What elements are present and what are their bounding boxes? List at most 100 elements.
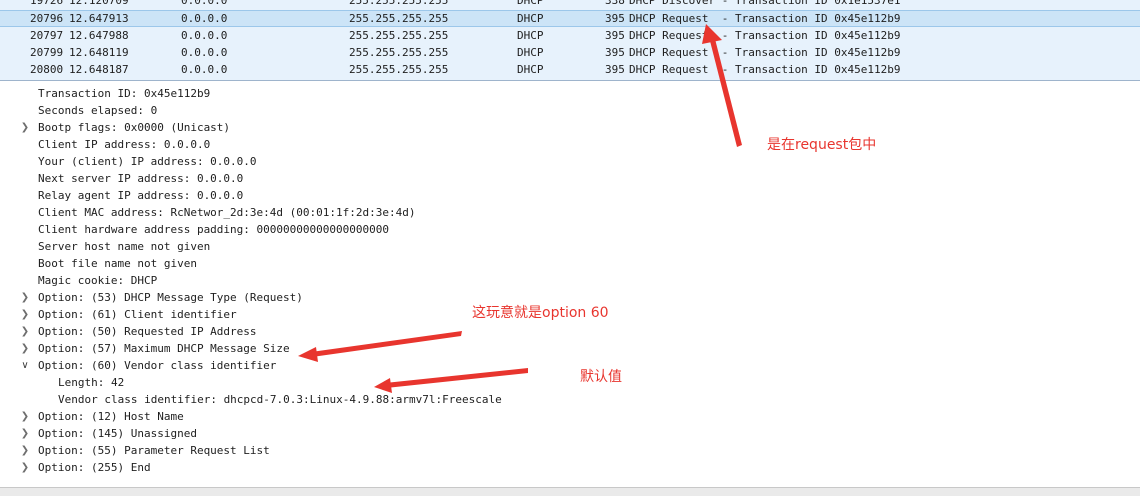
packet-info: DHCP Request - Transaction ID 0x45e112b9 bbox=[629, 46, 901, 59]
packet-protocol: DHCP bbox=[517, 29, 544, 42]
tree-item-label: Magic cookie: DHCP bbox=[38, 274, 158, 287]
packet-length: 395 bbox=[605, 46, 625, 59]
packet-source: 0.0.0.0 bbox=[181, 29, 228, 42]
packet-protocol: DHCP bbox=[517, 0, 544, 7]
tree-item-label: Vendor class identifier: dhcpcd-7.0.3:Li… bbox=[58, 393, 502, 406]
chevron-right-icon[interactable]: ❯ bbox=[20, 340, 30, 357]
tree-item-option-55[interactable]: ❯ Option: (55) Parameter Request List bbox=[21, 442, 270, 459]
packet-source: 0.0.0.0 bbox=[181, 46, 228, 59]
tree-item-label: Boot file name not given bbox=[38, 257, 197, 270]
tree-item-server-host-name[interactable]: Server host name not given bbox=[38, 238, 210, 255]
tree-item-label: Server host name not given bbox=[38, 240, 211, 253]
packet-row[interactable]: 20797 12.647988 0.0.0.0 255.255.255.255 … bbox=[0, 27, 1140, 44]
packet-number: 20797 bbox=[30, 29, 64, 42]
tree-item-option-12[interactable]: ❯ Option: (12) Host Name bbox=[21, 408, 184, 425]
chevron-right-icon[interactable]: ❯ bbox=[20, 306, 30, 323]
packet-source: 0.0.0.0 bbox=[181, 63, 228, 76]
tree-item-next-server-ip[interactable]: Next server IP address: 0.0.0.0 bbox=[38, 170, 243, 187]
chevron-down-icon[interactable]: ∨ bbox=[20, 357, 30, 374]
packet-number: 20800 bbox=[30, 63, 64, 76]
tree-item-label: Client MAC address: RcNetwor_2d:3e:4d (0… bbox=[38, 206, 416, 219]
tree-item-label: Seconds elapsed: 0 bbox=[38, 104, 158, 117]
packet-destination: 255.255.255.255 bbox=[349, 0, 449, 7]
packet-protocol: DHCP bbox=[517, 46, 544, 59]
packet-length: 338 bbox=[605, 0, 625, 7]
packet-details-tree[interactable]: Transaction ID: 0x45e112b9 Seconds elaps… bbox=[0, 81, 1140, 487]
tree-item-option-255[interactable]: ❯ Option: (255) End bbox=[21, 459, 151, 476]
tree-item-label: Option: (60) Vendor class identifier bbox=[38, 359, 277, 372]
tree-item-label: Next server IP address: 0.0.0.0 bbox=[38, 172, 244, 185]
tree-item-magic-cookie[interactable]: Magic cookie: DHCP bbox=[38, 272, 157, 289]
packet-list[interactable]: 19726 12.120709 0.0.0.0 255.255.255.255 … bbox=[0, 0, 1140, 81]
packet-destination: 255.255.255.255 bbox=[349, 63, 449, 76]
chevron-right-icon[interactable]: ❯ bbox=[20, 119, 30, 136]
packet-info: DHCP Request - Transaction ID 0x45e112b9 bbox=[629, 63, 901, 76]
packet-info: DHCP Request - Transaction ID 0x45e112b9 bbox=[629, 12, 901, 25]
tree-item-label: Relay agent IP address: 0.0.0.0 bbox=[38, 189, 244, 202]
tree-item-label: Client hardware address padding: 0000000… bbox=[38, 223, 389, 236]
tree-item-option-60[interactable]: ∨ Option: (60) Vendor class identifier bbox=[21, 357, 276, 374]
packet-source: 0.0.0.0 bbox=[181, 0, 228, 7]
annotation-is-option-60: 这玩意就是option 60 bbox=[472, 305, 609, 321]
tree-item-label: Transaction ID: 0x45e112b9 bbox=[38, 87, 211, 100]
tree-item-hw-padding[interactable]: Client hardware address padding: 0000000… bbox=[38, 221, 389, 238]
packet-time: 12.120709 bbox=[69, 0, 129, 7]
tree-item-option-57[interactable]: ❯ Option: (57) Maximum DHCP Message Size bbox=[21, 340, 290, 357]
tree-item-option-145[interactable]: ❯ Option: (145) Unassigned bbox=[21, 425, 197, 442]
tree-item-relay-agent-ip[interactable]: Relay agent IP address: 0.0.0.0 bbox=[38, 187, 243, 204]
tree-item-label: Bootp flags: 0x0000 (Unicast) bbox=[38, 121, 231, 134]
tree-item-label: Client IP address: 0.0.0.0 bbox=[38, 138, 211, 151]
tree-item-option-61[interactable]: ❯ Option: (61) Client identifier bbox=[21, 306, 237, 323]
packet-source: 0.0.0.0 bbox=[181, 12, 228, 25]
pane-splitter[interactable] bbox=[0, 487, 1140, 496]
packet-info: DHCP Request - Transaction ID 0x45e112b9 bbox=[629, 29, 901, 42]
packet-row-selected[interactable]: 20796 12.647913 0.0.0.0 255.255.255.255 … bbox=[0, 10, 1140, 27]
tree-item-client-mac[interactable]: Client MAC address: RcNetwor_2d:3e:4d (0… bbox=[38, 204, 416, 221]
tree-item-label: Option: (255) End bbox=[38, 461, 151, 474]
chevron-right-icon[interactable]: ❯ bbox=[20, 408, 30, 425]
tree-item-label: Option: (12) Host Name bbox=[38, 410, 184, 423]
tree-item-label: Option: (53) DHCP Message Type (Request) bbox=[38, 291, 303, 304]
packet-destination: 255.255.255.255 bbox=[349, 12, 449, 25]
tree-item-label: Option: (57) Maximum DHCP Message Size bbox=[38, 342, 290, 355]
packet-length: 395 bbox=[605, 63, 625, 76]
packet-protocol: DHCP bbox=[517, 63, 544, 76]
packet-protocol: DHCP bbox=[517, 12, 544, 25]
packet-length: 395 bbox=[605, 29, 625, 42]
packet-time: 12.648119 bbox=[69, 46, 129, 59]
tree-item-label: Option: (50) Requested IP Address bbox=[38, 325, 257, 338]
chevron-right-icon[interactable]: ❯ bbox=[20, 323, 30, 340]
packet-time: 12.647988 bbox=[69, 29, 129, 42]
packet-time: 12.647913 bbox=[69, 12, 129, 25]
tree-item-your-ip[interactable]: Your (client) IP address: 0.0.0.0 bbox=[38, 153, 257, 170]
packet-row[interactable]: 20800 12.648187 0.0.0.0 255.255.255.255 … bbox=[0, 61, 1140, 78]
wireshark-window: 19726 12.120709 0.0.0.0 255.255.255.255 … bbox=[0, 0, 1140, 496]
tree-item-client-ip[interactable]: Client IP address: 0.0.0.0 bbox=[38, 136, 210, 153]
packet-number: 19726 bbox=[30, 0, 64, 7]
packet-info: DHCP Discover - Transaction ID 0x1e1537e… bbox=[629, 0, 901, 7]
tree-item-transaction-id[interactable]: Transaction ID: 0x45e112b9 bbox=[38, 85, 210, 102]
tree-item-option-50[interactable]: ❯ Option: (50) Requested IP Address bbox=[21, 323, 257, 340]
annotation-default-value: 默认值 bbox=[580, 369, 622, 385]
packet-row[interactable]: 20799 12.648119 0.0.0.0 255.255.255.255 … bbox=[0, 44, 1140, 61]
tree-item-label: Option: (55) Parameter Request List bbox=[38, 444, 270, 457]
chevron-right-icon[interactable]: ❯ bbox=[20, 442, 30, 459]
tree-item-label: Length: 42 bbox=[58, 376, 125, 389]
annotation-in-request-packet: 是在request包中 bbox=[767, 137, 877, 153]
packet-row[interactable]: 19726 12.120709 0.0.0.0 255.255.255.255 … bbox=[0, 0, 1140, 9]
tree-item-label: Option: (61) Client identifier bbox=[38, 308, 237, 321]
tree-item-bootp-flags[interactable]: ❯ Bootp flags: 0x0000 (Unicast) bbox=[21, 119, 230, 136]
packet-number: 20799 bbox=[30, 46, 64, 59]
tree-item-seconds-elapsed[interactable]: Seconds elapsed: 0 bbox=[38, 102, 157, 119]
chevron-right-icon[interactable]: ❯ bbox=[20, 289, 30, 306]
packet-destination: 255.255.255.255 bbox=[349, 29, 449, 42]
tree-item-option-60-length[interactable]: Length: 42 bbox=[58, 374, 124, 391]
chevron-right-icon[interactable]: ❯ bbox=[20, 425, 30, 442]
tree-item-option-60-vendor-class[interactable]: Vendor class identifier: dhcpcd-7.0.3:Li… bbox=[58, 391, 502, 408]
tree-item-boot-file-name[interactable]: Boot file name not given bbox=[38, 255, 197, 272]
chevron-right-icon[interactable]: ❯ bbox=[20, 459, 30, 476]
tree-item-label: Your (client) IP address: 0.0.0.0 bbox=[38, 155, 257, 168]
packet-number: 20796 bbox=[30, 12, 64, 25]
packet-length: 395 bbox=[605, 12, 625, 25]
tree-item-option-53[interactable]: ❯ Option: (53) DHCP Message Type (Reques… bbox=[21, 289, 303, 306]
